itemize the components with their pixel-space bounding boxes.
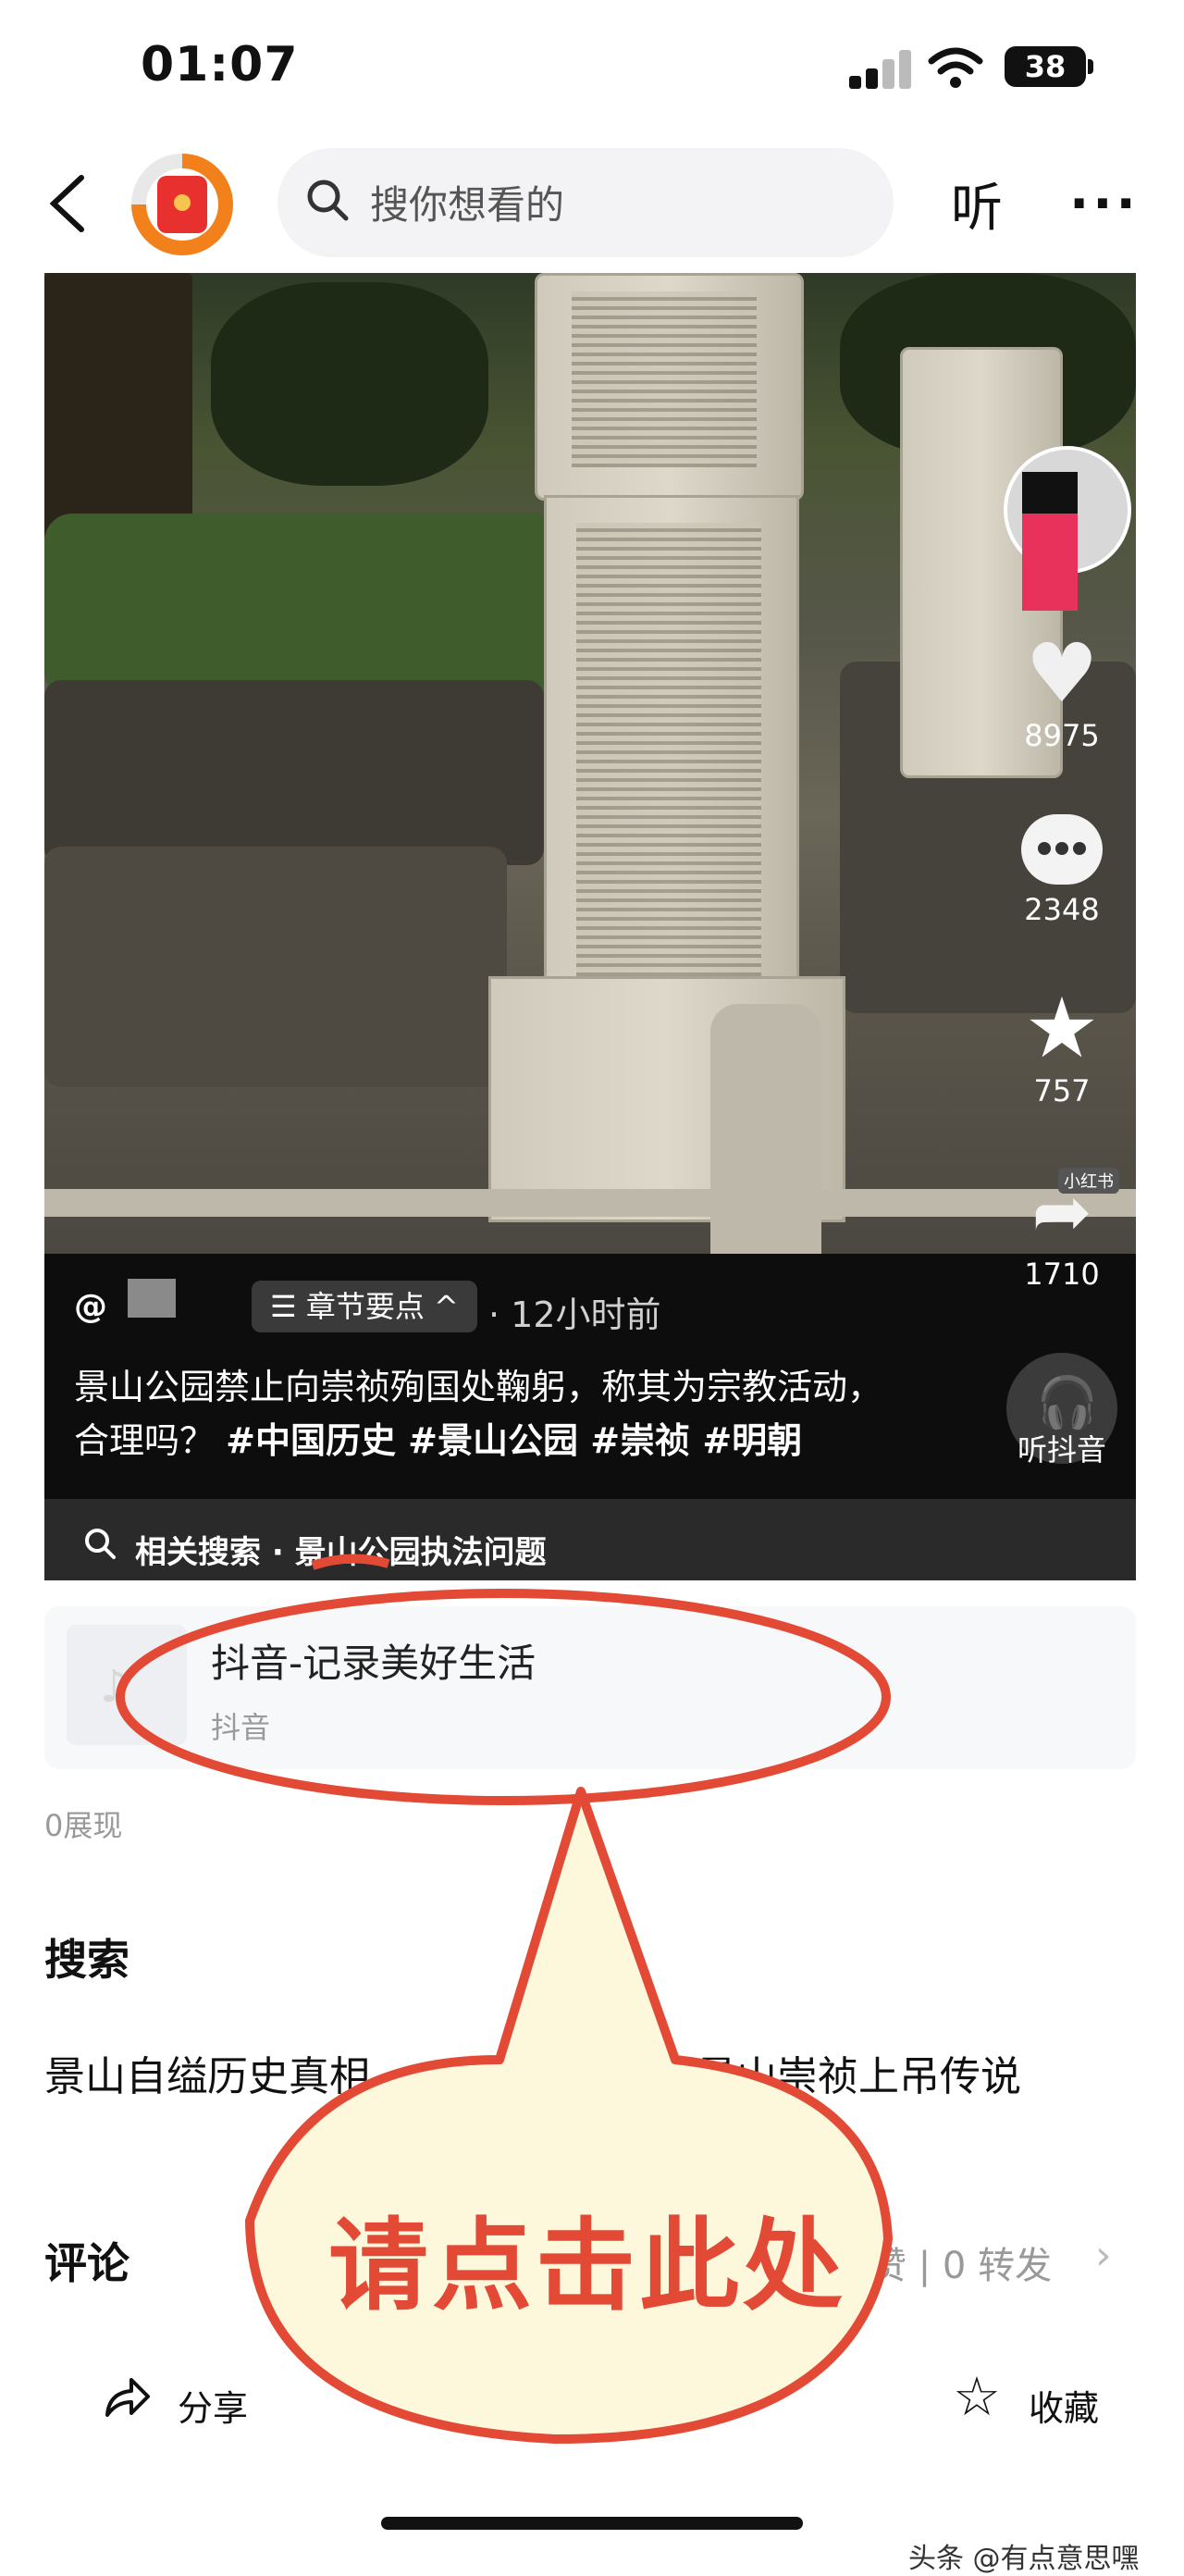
watermark: 头条 @有点意思嘿 [908,2543,1140,2575]
annotation-overlay [116,1554,893,2444]
annotation-label: 请点击此处 [328,2209,847,2324]
home-indicator [381,2517,803,2530]
